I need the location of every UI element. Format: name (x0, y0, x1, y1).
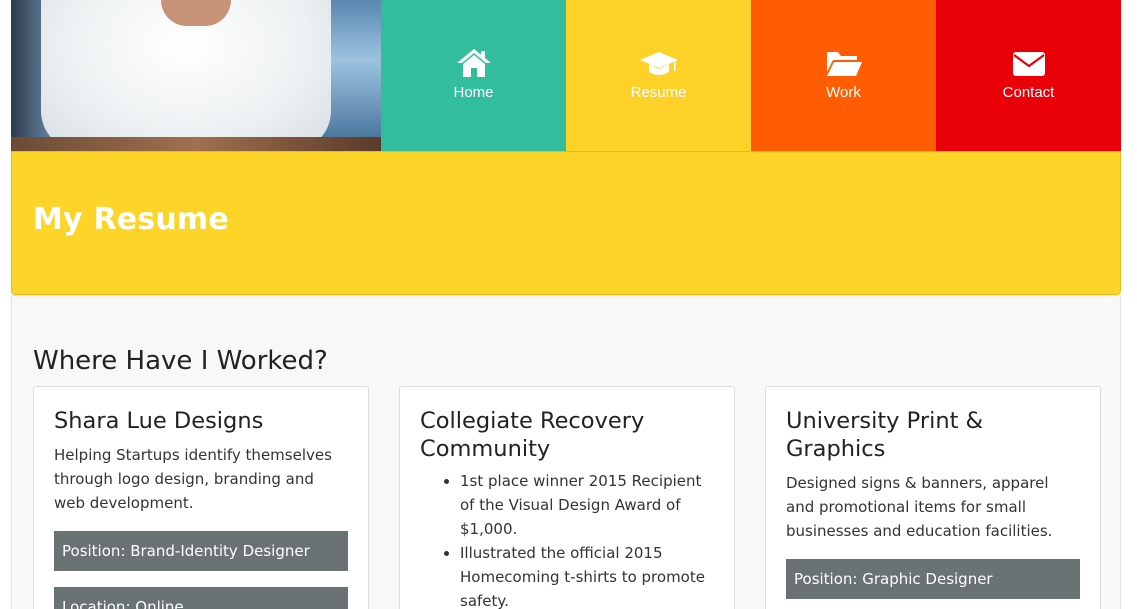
position-badge: Position: Brand-Identity Designer (54, 531, 348, 571)
nav-contact-label: Contact (1002, 84, 1055, 101)
envelope-icon (1012, 52, 1045, 76)
position-badge: Position: Graphic Designer (786, 559, 1080, 599)
photo-ledge (11, 137, 381, 151)
folder-open-icon (826, 52, 862, 76)
card-bullets: 1st place winner 2015 Recipient of the V… (460, 469, 714, 609)
nav-work-label: Work (826, 84, 861, 101)
page-banner: My Resume (11, 151, 1121, 295)
card-title: Collegiate Recovery Community (420, 408, 645, 462)
main-content: Where Have I Worked? Shara Lue Designs H… (11, 295, 1121, 609)
nav-resume[interactable]: Resume (566, 0, 751, 151)
nav-contact[interactable]: Contact (936, 0, 1121, 151)
home-icon (456, 49, 491, 77)
work-card-shara-lue: Shara Lue Designs Helping Startups ident… (33, 386, 369, 609)
card-description: Designed signs & banners, apparel and pr… (786, 474, 1053, 540)
work-card-university-print: University Print & Graphics Designed sig… (765, 386, 1101, 609)
work-card-collegiate-recovery: Collegiate Recovery Community 1st place … (399, 386, 735, 609)
nav-home[interactable]: Home (381, 0, 566, 151)
main-nav: Home Resume Work Contact (381, 0, 1121, 151)
nav-home-label: Home (453, 84, 494, 101)
card-title: Shara Lue Designs (54, 408, 264, 434)
list-item: 1st place winner 2015 Recipient of the V… (460, 469, 714, 541)
page-title: My Resume (33, 202, 229, 237)
list-item: Illustrated the official 2015 Homecoming… (460, 541, 714, 609)
card-title: University Print & Graphics (786, 408, 984, 462)
location-badge: Location: Online (54, 587, 348, 609)
nav-resume-label: Resume (630, 84, 687, 101)
nav-work[interactable]: Work (751, 0, 936, 151)
graduation-cap-icon (639, 52, 678, 75)
profile-photo (11, 0, 381, 151)
card-description: Helping Startups identify themselves thr… (54, 446, 332, 512)
section-heading: Where Have I Worked? (33, 346, 328, 376)
